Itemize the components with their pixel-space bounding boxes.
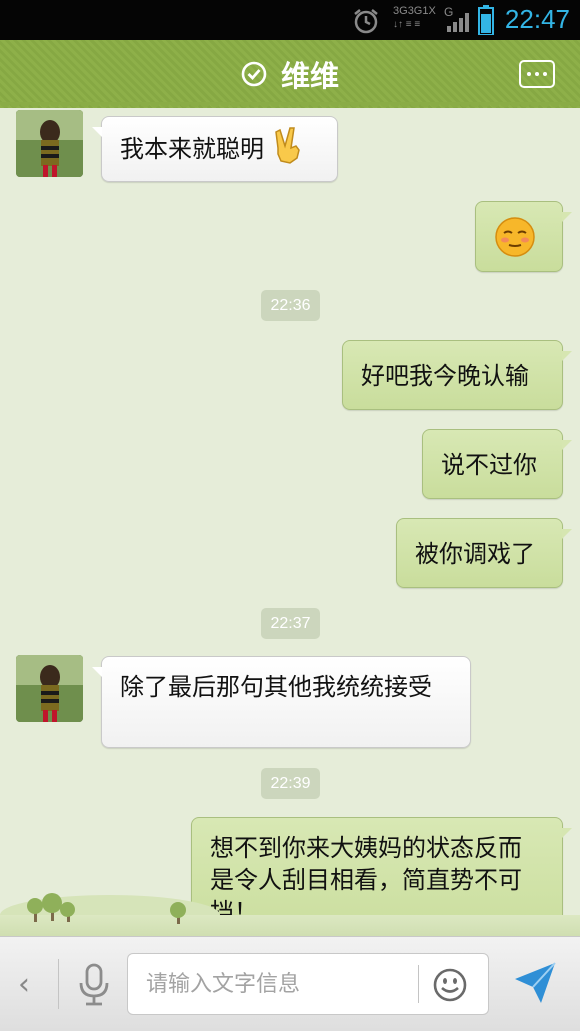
more-button[interactable]: [519, 60, 555, 88]
message-text: 除了最后那句其他我统统接受: [120, 673, 432, 701]
signal-icon: [447, 13, 469, 32]
message-text: 想不到你来大姨妈的状态反而是令人刮目相看，简直势不可挡！: [210, 834, 522, 926]
incoming-message-bubble[interactable]: 除了最后那句其他我统统接受: [92, 656, 471, 748]
status-bar: 3G3G1X ↓↑ ≡ ≡ G 22:47: [0, 0, 580, 40]
contact-avatar[interactable]: [16, 110, 83, 177]
victory-hand-emoji: [274, 127, 300, 164]
outgoing-message-bubble[interactable]: 好吧我今晚认输: [342, 340, 572, 410]
outgoing-message-bubble[interactable]: [475, 201, 572, 272]
timestamp: 22:39: [261, 768, 320, 799]
alarm-icon: [354, 9, 378, 34]
tree-decoration: [60, 902, 75, 917]
contact-avatar[interactable]: [16, 655, 83, 722]
message-text: 好吧我今晚认输: [361, 362, 529, 390]
timestamp: 22:37: [261, 608, 320, 639]
outgoing-message-bubble[interactable]: 被你调戏了: [396, 518, 572, 588]
network-label-1x: 1X: [422, 5, 436, 17]
blushing-face-emoji: [495, 217, 535, 257]
chat-title: 维维: [280, 59, 339, 93]
network-label-3g: 3G: [393, 5, 408, 17]
input-bar: ‹: [0, 936, 580, 1031]
tree-decoration: [170, 902, 186, 918]
network-indicator: 3G3G1X ↓↑ ≡ ≡: [393, 5, 436, 30]
status-time: 22:47: [504, 4, 570, 34]
tree-decoration: [27, 898, 43, 914]
tree-decoration: [42, 893, 62, 913]
send-icon[interactable]: [513, 961, 557, 1005]
microphone-icon[interactable]: [76, 963, 112, 1007]
timestamp: 22:36: [261, 290, 320, 321]
message-text: 说不过你: [441, 451, 537, 479]
message-text: 被你调戏了: [415, 540, 535, 568]
battery-icon: [478, 5, 494, 35]
message-list[interactable]: 我本来就聪明 22:36 好吧我今晚认输 说不过你 被你调戏了 22:37 除了…: [0, 108, 580, 936]
network-label-3g-2: 3G: [407, 5, 423, 17]
back-chevron-icon[interactable]: ‹: [18, 967, 30, 1002]
check-circle-icon: [241, 61, 267, 87]
message-text: 我本来就聪明: [120, 135, 264, 163]
smiley-icon[interactable]: [432, 967, 468, 1003]
incoming-message-bubble[interactable]: 我本来就聪明: [92, 116, 338, 182]
more-icon: [527, 72, 531, 76]
outgoing-message-bubble[interactable]: 说不过你: [422, 429, 572, 499]
chat-header: 维维: [0, 40, 580, 108]
